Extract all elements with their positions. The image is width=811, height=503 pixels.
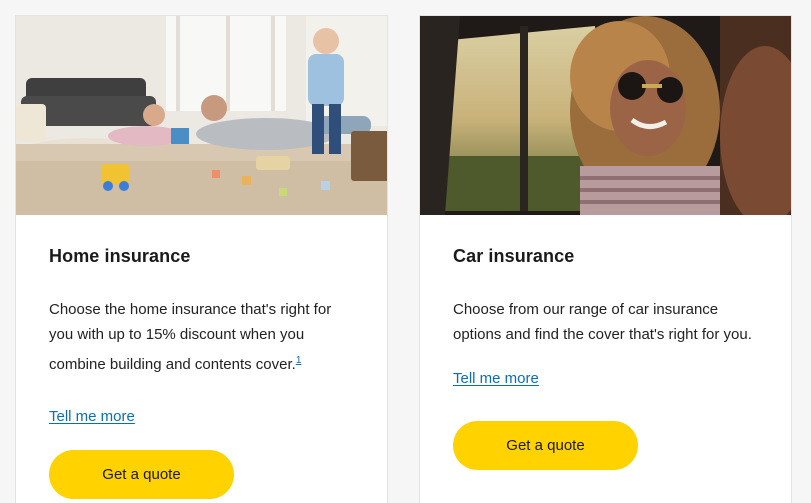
car-insurance-image bbox=[420, 16, 791, 215]
home-insurance-description-text: Choose the home insurance that's right f… bbox=[49, 301, 332, 373]
car-insurance-body: Car insurance Choose from our range of c… bbox=[420, 245, 791, 470]
car-insurance-description: Choose from our range of car insurance o… bbox=[453, 301, 752, 343]
home-insurance-description: Choose the home insurance that's right f… bbox=[49, 297, 354, 377]
car-insurance-title: Car insurance bbox=[453, 246, 575, 266]
footnote-marker: 1 bbox=[296, 352, 302, 366]
home-insurance-tell-me-more-link[interactable]: Tell me more bbox=[49, 408, 135, 425]
home-insurance-card: Home insurance Choose the home insurance… bbox=[15, 15, 388, 503]
footnote-link[interactable]: 1 bbox=[296, 355, 302, 366]
car-insurance-card: Car insurance Choose from our range of c… bbox=[419, 15, 792, 503]
home-insurance-get-quote-button[interactable]: Get a quote bbox=[49, 450, 234, 499]
car-insurance-tell-me-more-link[interactable]: Tell me more bbox=[453, 370, 539, 387]
home-insurance-image bbox=[16, 16, 387, 215]
car-insurance-get-quote-button[interactable]: Get a quote bbox=[453, 421, 638, 470]
home-insurance-body: Home insurance Choose the home insurance… bbox=[16, 245, 387, 499]
insurance-products-section: Home insurance Choose the home insurance… bbox=[0, 0, 811, 503]
home-insurance-title: Home insurance bbox=[49, 246, 191, 266]
